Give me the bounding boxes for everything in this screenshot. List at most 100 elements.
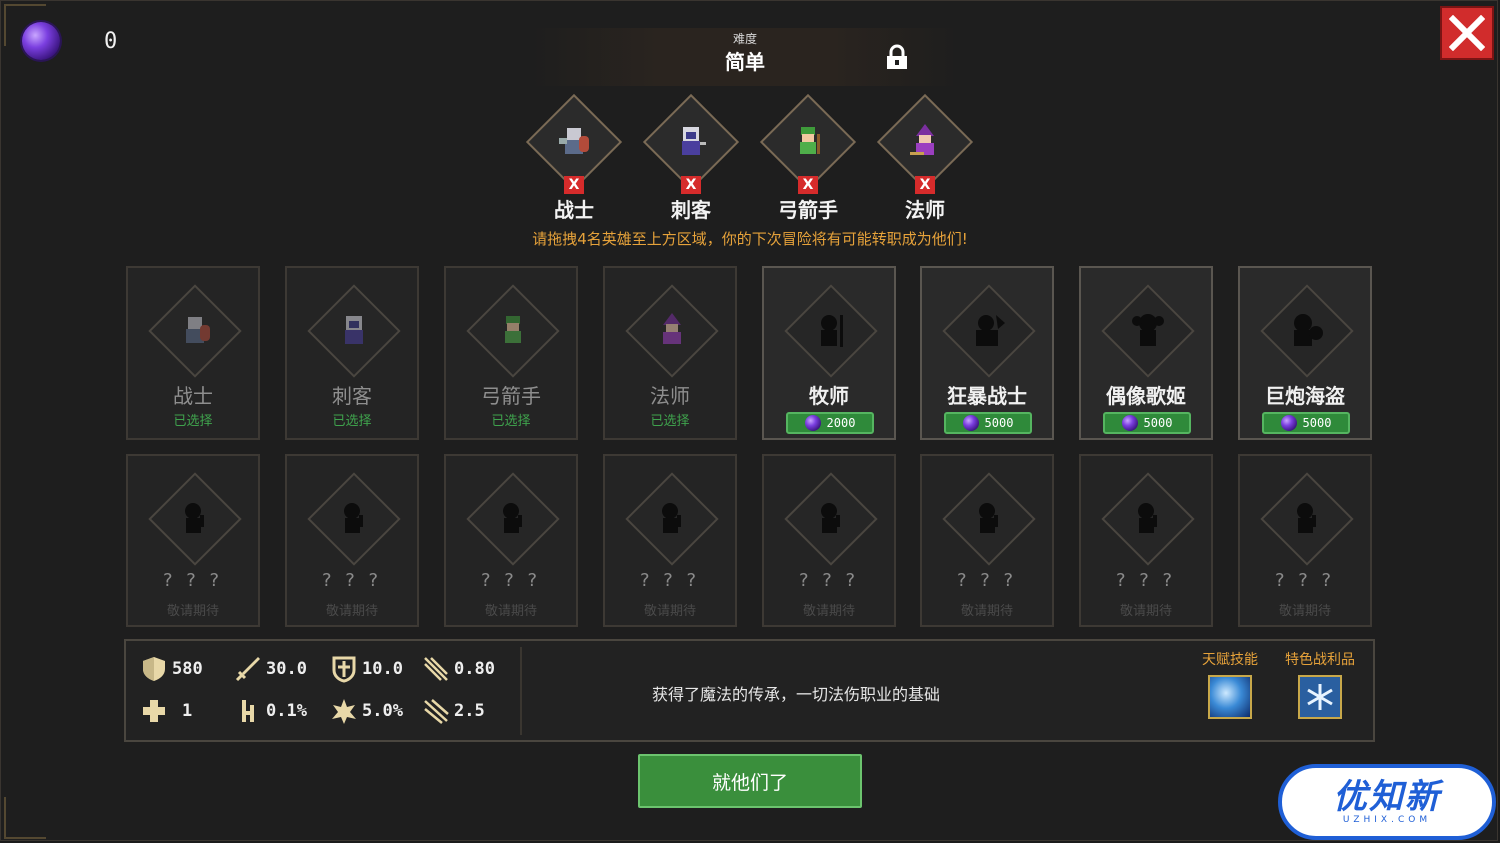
remove-hero-button[interactable]: X — [681, 176, 701, 194]
hero-portrait-frame — [148, 284, 242, 378]
hero-status: 已选择 — [491, 414, 531, 429]
locked-hero-card: ? ? ? 敬请期待 — [126, 454, 260, 627]
soul-orb-icon — [1121, 415, 1138, 431]
hero-portrait-frame — [1101, 284, 1195, 378]
hero-name: 偶像歌姬 — [1106, 384, 1186, 408]
hero-stats-panel: 580 30.0 10.0 0.80 1 0.1% 5.0% 2.5 获得了魔法… — [124, 639, 1375, 742]
soul-orb-icon — [22, 22, 60, 60]
hero-status: 敬请期待 — [960, 604, 1013, 619]
hero-name: 战士 — [173, 384, 213, 408]
unlock-price-button[interactable]: 5000 — [1262, 412, 1350, 434]
special-loot-icon[interactable] — [1298, 675, 1342, 719]
hero-name: ? ? ? — [1115, 570, 1177, 591]
soul-orb-icon — [962, 415, 979, 431]
talent-skill-icon[interactable] — [1208, 675, 1252, 719]
crit-icon — [332, 699, 356, 724]
stat-value: 580 — [172, 659, 203, 679]
talent-skill[interactable]: 天赋技能 — [1190, 649, 1270, 719]
hero-portrait-frame — [307, 472, 401, 566]
hero-card-archer[interactable]: 弓箭手 已选择 — [444, 266, 578, 440]
archer-icon — [505, 316, 521, 343]
silhouette-icon — [1294, 314, 1323, 346]
selected-hero-slot[interactable]: X 法师 — [870, 92, 980, 223]
lock-icon[interactable] — [884, 44, 910, 70]
selected-hero-slot[interactable]: X 弓箭手 — [753, 92, 863, 223]
hero-portrait-frame — [466, 472, 560, 566]
hero-status: 敬请期待 — [802, 604, 855, 619]
hero-status: 敬请期待 — [1278, 604, 1331, 619]
stat-armor: 10.0 — [330, 655, 403, 683]
assassin-icon — [345, 316, 363, 344]
selected-hero-name: 战士 — [554, 198, 594, 222]
hero-card-mage[interactable]: 法师 已选择 — [603, 266, 737, 440]
stat-value: 0.1% — [266, 701, 307, 721]
hero-portrait-frame — [1101, 472, 1195, 566]
close-icon — [1449, 15, 1485, 51]
hero-name: 弓箭手 — [481, 384, 541, 408]
hero-card-warrior[interactable]: 战士 已选择 — [126, 266, 260, 440]
hero-status: 已选择 — [173, 414, 213, 429]
unlock-price-button[interactable]: 5000 — [1103, 412, 1191, 434]
hero-name: ? ? ? — [956, 570, 1018, 591]
hero-card-priest[interactable]: 牧师 2000 — [762, 266, 896, 440]
special-loot[interactable]: 特色战利品 — [1280, 649, 1360, 719]
hero-portrait-frame — [1260, 284, 1354, 378]
unlock-price-button[interactable]: 2000 — [786, 412, 874, 434]
hero-name: ? ? ? — [798, 570, 860, 591]
hero-portrait-frame — [625, 284, 719, 378]
stat-lifesteal: 0.1% — [234, 697, 307, 725]
soul-orb-icon — [804, 415, 821, 431]
divider — [520, 647, 522, 735]
hero-status: 已选择 — [650, 414, 690, 429]
silhouette-icon — [821, 503, 840, 533]
hero-card-cannon-pirate[interactable]: 巨炮海盗 5000 — [1238, 266, 1372, 440]
stat-value: 0.80 — [454, 659, 495, 679]
hero-status: 敬请期待 — [643, 604, 696, 619]
remove-hero-button[interactable]: X — [798, 176, 818, 194]
shield-icon — [143, 657, 165, 681]
hero-status: 敬请期待 — [1119, 604, 1172, 619]
remove-hero-button[interactable]: X — [564, 176, 584, 194]
close-button[interactable] — [1440, 6, 1494, 60]
hero-status: 敬请期待 — [484, 604, 537, 619]
hero-portrait-frame — [1260, 472, 1354, 566]
hero-portrait-frame — [148, 472, 242, 566]
armor-icon — [332, 656, 356, 683]
hero-card-berserker[interactable]: 狂暴战士 5000 — [920, 266, 1054, 440]
confirm-button[interactable]: 就他们了 — [638, 754, 862, 808]
stat-value: 10.0 — [362, 659, 403, 679]
price-value: 2000 — [826, 416, 856, 430]
selected-hero-slot[interactable]: X 刺客 — [636, 92, 746, 223]
mage-icon — [910, 124, 934, 155]
selected-hero-name: 弓箭手 — [778, 198, 838, 222]
hero-name: 法师 — [650, 384, 690, 408]
selected-hero-slot[interactable]: X 战士 — [519, 92, 629, 223]
watermark-logo: 优知新 UZHIX.COM — [1278, 764, 1496, 840]
hero-name: 巨炮海盗 — [1265, 384, 1345, 408]
silhouette-icon — [979, 503, 998, 533]
stat-crit: 5.0% — [330, 697, 403, 725]
stat-regen: 1 — [140, 697, 192, 725]
snowflake-icon — [1307, 684, 1333, 710]
sword-icon — [235, 657, 260, 682]
mage-icon — [663, 313, 681, 344]
price-value: 5000 — [1302, 416, 1332, 430]
stat-attack: 30.0 — [234, 655, 307, 683]
stat-value: 2.5 — [454, 701, 485, 721]
hero-name: ? ? ? — [321, 570, 383, 591]
hero-name: 牧师 — [809, 384, 849, 408]
soul-orb-icon — [1280, 415, 1297, 431]
health-cross-icon — [143, 700, 165, 722]
silhouette-icon — [1138, 503, 1157, 533]
attack-speed-icon — [424, 657, 448, 681]
talent-label: 天赋技能 — [1202, 652, 1258, 668]
remove-hero-button[interactable]: X — [915, 176, 935, 194]
hero-name: ? ? ? — [480, 570, 542, 591]
hero-portrait-frame — [784, 284, 878, 378]
hero-card-idol[interactable]: 偶像歌姬 5000 — [1079, 266, 1213, 440]
hero-card-assassin[interactable]: 刺客 已选择 — [285, 266, 419, 440]
silhouette-icon — [344, 503, 363, 533]
warrior-icon — [559, 128, 589, 154]
unlock-price-button[interactable]: 5000 — [944, 412, 1032, 434]
currency-value: 0 — [104, 28, 118, 54]
